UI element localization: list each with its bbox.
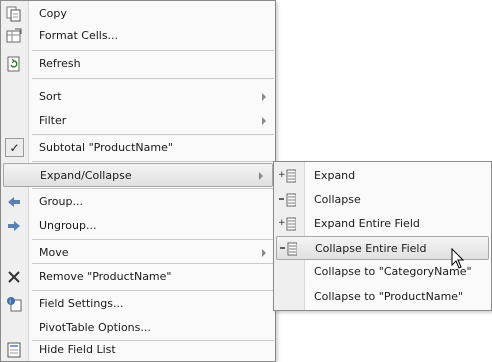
expand-collapse-submenu-tail: Collapse to "ProductName" <box>273 286 492 311</box>
menu-separator <box>32 50 274 51</box>
menu-item-label: Sort <box>39 90 62 103</box>
menu-item-label: Field Settings... <box>39 297 124 310</box>
remove-x-icon <box>5 268 23 286</box>
menu-item-hide-field-list[interactable]: Hide Field List <box>1 338 275 362</box>
menu-item-field-settings[interactable]: i Field Settings... <box>1 292 275 316</box>
menu-item-label: Copy <box>39 7 67 20</box>
menu-item-refresh[interactable]: Refresh <box>1 52 275 76</box>
menu-item-label: Move <box>39 246 69 259</box>
menu-separator <box>32 239 274 240</box>
menu-item-expand-collapse[interactable]: Expand/Collapse <box>3 163 273 187</box>
menu-item-collapse-to-productname[interactable]: Collapse to "ProductName" <box>274 286 491 310</box>
svg-text:+: + <box>278 170 286 180</box>
menu-item-label: Subtotal "ProductName" <box>39 141 173 154</box>
mouse-cursor-icon <box>451 248 465 269</box>
refresh-icon <box>5 55 23 73</box>
menu-item-filter[interactable]: Filter <box>1 109 275 133</box>
field-list-icon <box>5 341 23 359</box>
menu-separator <box>32 188 274 189</box>
menu-separator <box>32 134 274 135</box>
collapse-field-icon <box>279 240 297 258</box>
menu-item-expand-entire-field[interactable]: + Expand Entire Field <box>274 212 491 236</box>
menu-item-sort[interactable]: Sort <box>1 85 275 109</box>
menu-item-label: Collapse to "ProductName" <box>314 290 464 303</box>
menu-item-label: Group... <box>39 195 83 208</box>
submenu-arrow-icon <box>262 117 266 125</box>
format-cells-icon <box>5 27 23 45</box>
menu-item-pivottable-options[interactable]: PivotTable Options... <box>1 316 275 340</box>
checkmark-icon: ✓ <box>5 138 24 157</box>
menu-item-group[interactable]: Group... <box>1 190 275 214</box>
menu-item-label: Expand/Collapse <box>40 169 132 182</box>
submenu-arrow-icon <box>259 172 263 180</box>
menu-item-label: Format Cells... <box>39 29 119 42</box>
menu-separator <box>32 78 274 79</box>
menu-item-collapse[interactable]: Collapse <box>274 188 491 212</box>
menu-item-label: Remove "ProductName" <box>39 270 172 283</box>
menu-item-label: Hide Field List <box>39 343 116 356</box>
menu-item-label: Refresh <box>39 57 81 70</box>
menu-separator <box>32 161 274 162</box>
menu-item-label: PivotTable Options... <box>39 321 151 334</box>
menu-item-label: Filter <box>39 114 67 127</box>
menu-item-label: Expand <box>314 169 356 182</box>
menu-item-label: Expand Entire Field <box>314 217 420 230</box>
menu-item-label: Collapse <box>314 193 361 206</box>
menu-item-remove[interactable]: Remove "ProductName" <box>1 265 275 289</box>
expand-icon: + <box>278 167 296 185</box>
menu-item-label: Ungroup... <box>39 219 97 232</box>
expand-field-icon: + <box>278 215 296 233</box>
menu-item-move[interactable]: Move <box>1 241 275 265</box>
svg-text:+: + <box>278 218 286 228</box>
ungroup-arrow-icon <box>5 217 23 235</box>
copy-icon <box>5 5 23 23</box>
submenu-arrow-icon <box>262 249 266 257</box>
menu-item-expand[interactable]: + Expand <box>274 164 491 188</box>
submenu-arrow-icon <box>262 93 266 101</box>
menu-separator <box>32 290 274 291</box>
menu-item-label: Collapse to "CategoryName" <box>314 265 472 278</box>
menu-item-copy[interactable]: Copy <box>1 2 275 26</box>
field-settings-icon: i <box>5 295 23 313</box>
menu-separator <box>32 263 274 264</box>
menu-item-label: Collapse Entire Field <box>315 242 427 255</box>
context-menu: Copy Format Cells... Refresh Sort Filter… <box>0 0 276 362</box>
menu-item-ungroup[interactable]: Ungroup... <box>1 214 275 238</box>
menu-item-format-cells[interactable]: Format Cells... <box>1 24 275 48</box>
menu-item-subtotal[interactable]: ✓ Subtotal "ProductName" <box>1 136 275 160</box>
collapse-icon <box>278 191 296 209</box>
group-arrow-icon <box>5 193 23 211</box>
